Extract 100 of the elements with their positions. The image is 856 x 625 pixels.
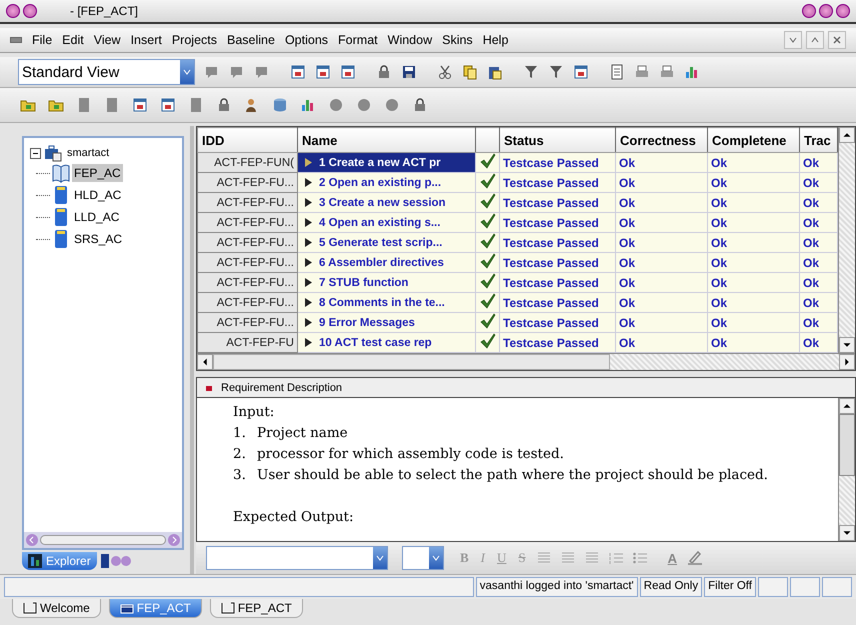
funnel-icon[interactable] xyxy=(523,64,539,80)
scrollbar[interactable] xyxy=(197,353,855,370)
row-header[interactable]: ACT-FEP-FU... xyxy=(198,252,298,272)
circle-icon[interactable] xyxy=(328,97,344,113)
row-header[interactable]: ACT-FEP-FU... xyxy=(198,212,298,232)
window-icon[interactable] xyxy=(340,64,356,80)
menu-item[interactable]: Options xyxy=(284,33,328,47)
row-header[interactable]: ACT-FEP-FU... xyxy=(198,232,298,252)
bar-chart-icon[interactable] xyxy=(684,64,700,80)
copy-icon[interactable] xyxy=(462,64,478,80)
expand-arrow-icon[interactable] xyxy=(305,298,312,307)
scrollbar[interactable] xyxy=(838,127,855,353)
funnel-icon[interactable] xyxy=(548,64,564,80)
table-cell[interactable]: 8 Comments in the te... xyxy=(298,292,476,312)
menu-item[interactable]: Baseline xyxy=(227,33,275,47)
tree-item[interactable]: SRS_AC xyxy=(72,230,124,248)
tree-item[interactable]: HLD_AC xyxy=(72,186,124,204)
row-header[interactable]: ACT-FEP-FU... xyxy=(198,192,298,212)
table-cell[interactable]: 2 Open an existing p... xyxy=(298,172,476,192)
speech-bubble-icon[interactable] xyxy=(254,64,270,80)
expand-arrow-icon[interactable] xyxy=(305,278,312,287)
menu-item[interactable]: Format xyxy=(338,33,378,47)
lock-icon[interactable] xyxy=(376,64,392,80)
menu-item[interactable]: Insert xyxy=(130,33,162,47)
database-icon[interactable] xyxy=(272,97,288,113)
menu-item[interactable]: View xyxy=(94,33,121,47)
window-icon[interactable] xyxy=(132,97,148,113)
row-header[interactable]: ACT-FEP-FU... xyxy=(198,292,298,312)
maximize-button[interactable] xyxy=(819,4,833,18)
expand-arrow-icon[interactable] xyxy=(305,318,312,327)
column-header[interactable]: Status xyxy=(500,128,616,152)
scroll-up-icon[interactable] xyxy=(839,398,855,414)
scroll-right-icon[interactable] xyxy=(839,354,855,370)
window-button[interactable] xyxy=(23,4,37,18)
column-header[interactable]: Completene xyxy=(708,128,800,152)
tab-scroll-button[interactable] xyxy=(100,552,131,570)
window-icon[interactable] xyxy=(290,64,306,80)
font-dropdown[interactable] xyxy=(206,546,388,570)
expand-arrow-icon[interactable] xyxy=(305,178,312,187)
scroll-down-icon[interactable] xyxy=(839,525,855,541)
table-cell[interactable]: 5 Generate test scrip... xyxy=(298,232,476,252)
tree-item[interactable]: smartact xyxy=(65,145,112,161)
window-icon[interactable] xyxy=(160,97,176,113)
highlighter-icon[interactable] xyxy=(687,550,704,566)
view-dropdown[interactable]: Standard View xyxy=(18,59,195,85)
clipboard-icon[interactable] xyxy=(487,64,503,80)
row-header[interactable]: ACT-FEP-FU xyxy=(198,332,298,352)
size-dropdown[interactable] xyxy=(402,546,444,570)
close-button[interactable] xyxy=(836,4,850,18)
expand-arrow-icon[interactable] xyxy=(305,258,312,267)
scroll-up-icon[interactable] xyxy=(839,127,855,143)
menu-item[interactable]: Help xyxy=(482,33,508,47)
menu-item[interactable]: Skins xyxy=(442,33,473,47)
column-header[interactable]: Name xyxy=(298,128,476,152)
table-cell[interactable]: 7 STUB function xyxy=(298,272,476,292)
tree-item[interactable]: LLD_AC xyxy=(72,208,122,226)
row-header[interactable]: ACT-FEP-FU... xyxy=(198,272,298,292)
collapse-icon[interactable] xyxy=(30,148,41,158)
tree-item[interactable]: FEP_AC xyxy=(72,164,123,182)
row-header[interactable]: ACT-FEP-FU... xyxy=(198,312,298,332)
window-icon[interactable] xyxy=(315,64,331,80)
table-cell[interactable]: 1 Create a new ACT pr xyxy=(298,152,476,172)
circle-icon[interactable] xyxy=(356,97,372,113)
expand-arrow-icon[interactable] xyxy=(305,198,312,207)
lock-icon[interactable] xyxy=(412,97,428,113)
printer-icon[interactable] xyxy=(659,64,675,80)
table-cell[interactable]: 4 Open an existing s... xyxy=(298,212,476,232)
column-header[interactable]: Correctness xyxy=(616,128,708,152)
table-cell[interactable]: 9 Error Messages xyxy=(298,312,476,332)
column-header[interactable]: IDD xyxy=(198,128,298,152)
menu-item[interactable]: Window xyxy=(388,33,432,47)
restore-button[interactable] xyxy=(806,31,824,49)
close-button[interactable] xyxy=(828,31,846,49)
printer-icon[interactable] xyxy=(634,64,650,80)
table-cell[interactable]: 6 Assembler directives xyxy=(298,252,476,272)
column-header[interactable]: Trac xyxy=(800,128,838,152)
expand-arrow-icon[interactable] xyxy=(305,338,312,347)
speech-bubble-icon[interactable] xyxy=(229,64,245,80)
expand-arrow-icon[interactable] xyxy=(305,238,312,247)
table-cell[interactable]: 10 ACT test case rep xyxy=(298,332,476,352)
minimize-button[interactable] xyxy=(784,31,802,49)
document-tab[interactable]: Welcome xyxy=(12,599,101,618)
menu-item[interactable]: Edit xyxy=(62,33,84,47)
speech-bubble-icon[interactable] xyxy=(204,64,220,80)
circle-icon[interactable] xyxy=(384,97,400,113)
menu-item[interactable]: File xyxy=(32,33,52,47)
document-icon[interactable] xyxy=(609,64,625,80)
table-cell[interactable]: 3 Create a new session xyxy=(298,192,476,212)
row-header[interactable]: ACT-FEP-FU... xyxy=(198,172,298,192)
expand-arrow-icon[interactable] xyxy=(305,218,312,227)
scroll-left-icon[interactable] xyxy=(197,354,213,370)
scrollbar[interactable] xyxy=(838,398,855,541)
bar-chart-icon[interactable] xyxy=(300,97,316,113)
scroll-down-icon[interactable] xyxy=(839,337,855,353)
window-icon[interactable] xyxy=(573,64,589,80)
window-button[interactable] xyxy=(6,4,20,18)
menu-item[interactable]: Projects xyxy=(172,33,217,47)
scissors-icon[interactable] xyxy=(437,64,453,80)
minimize-button[interactable] xyxy=(802,4,816,18)
row-header[interactable]: ACT-FEP-FUN( xyxy=(198,152,298,172)
